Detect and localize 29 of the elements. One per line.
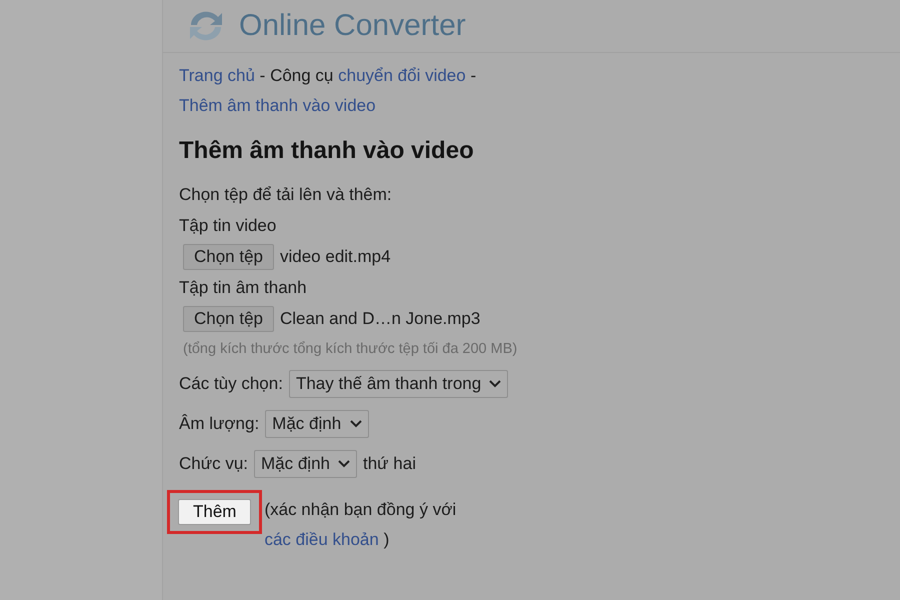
file-label: Tập tin âm thanh (179, 277, 308, 299)
option-label: Chức vụ: (179, 454, 248, 474)
upload-instruction: Chọn tệp để tải lên và thêm: (179, 184, 393, 206)
breadcrumb-link[interactable]: Thêm âm thanh vào video (179, 96, 376, 115)
breadcrumb-link[interactable]: Trang chủ (179, 66, 255, 85)
choose-file-button[interactable]: Chọn tệp (183, 244, 274, 270)
file-label: Tập tin video (179, 215, 278, 237)
breadcrumb-text: - (470, 66, 476, 85)
file-name: video edit.mp4 (280, 246, 391, 266)
option-label: Âm lượng: (179, 414, 260, 434)
breadcrumb-text: Công cụ (270, 66, 334, 85)
size-note: (tổng kích thước tổng kích thước tệp tối đa 200 MB) (183, 340, 518, 359)
terms-link[interactable]: các điều khoản (264, 530, 379, 549)
chevron-down-icon (338, 460, 350, 468)
site-title: Online Converter (239, 9, 466, 43)
chevron-down-icon (350, 420, 362, 428)
page-heading: Thêm âm thanh vào video (179, 137, 475, 165)
choose-file-button[interactable]: Chọn tệp (183, 306, 274, 332)
breadcrumb-link[interactable]: chuyển đổi video (338, 66, 466, 85)
dropdown[interactable]: Mặc định (265, 410, 370, 438)
option-suffix: thứ hai (363, 454, 416, 474)
dropdown[interactable]: Thay thế âm thanh trong (288, 370, 508, 398)
chevron-down-icon (489, 380, 502, 388)
add-button[interactable]: Thêm (178, 499, 252, 525)
dropdown[interactable]: Mặc định (254, 450, 357, 478)
option-label: Các tùy chọn: (179, 374, 283, 394)
terms-agreement: (xác nhận bạn đồng ý với các điều khoản ) (264, 499, 458, 551)
file-name: Clean and D…n Jone.mp3 (280, 308, 480, 328)
breadcrumb-text: - (260, 66, 266, 85)
